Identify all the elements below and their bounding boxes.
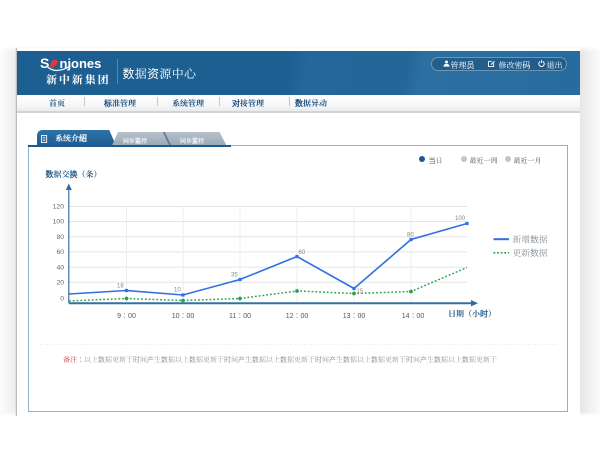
svg-text:新中新集团: 新中新集团 bbox=[46, 74, 111, 87]
svg-text:更新数据: 更新数据 bbox=[513, 247, 548, 258]
svg-text:日期（小时）: 日期（小时） bbox=[448, 309, 496, 319]
svg-text:18: 18 bbox=[117, 284, 124, 290]
svg-text:S: S bbox=[40, 55, 49, 71]
svg-text:12：00: 12：00 bbox=[286, 313, 309, 320]
svg-text:新增数据: 新增数据 bbox=[513, 233, 548, 244]
svg-text:100: 100 bbox=[53, 219, 65, 226]
svg-text:80: 80 bbox=[407, 233, 414, 239]
svg-text:80: 80 bbox=[56, 234, 64, 241]
svg-text:14：00: 14：00 bbox=[402, 313, 425, 320]
svg-text:9：00: 9：00 bbox=[117, 313, 136, 320]
svg-text:0: 0 bbox=[60, 295, 64, 302]
svg-text:13：00: 13：00 bbox=[343, 313, 366, 320]
svg-text:40: 40 bbox=[56, 264, 64, 271]
svg-text:100: 100 bbox=[455, 216, 466, 222]
svg-text:10: 10 bbox=[174, 288, 181, 294]
svg-text:35: 35 bbox=[231, 273, 238, 279]
svg-text:60: 60 bbox=[299, 250, 306, 256]
svg-text:120: 120 bbox=[53, 204, 65, 211]
svg-text:11：00: 11：00 bbox=[229, 313, 251, 320]
svg-text:20: 20 bbox=[56, 280, 64, 287]
svg-text:10：00: 10：00 bbox=[172, 313, 195, 320]
svg-text:njones: njones bbox=[60, 56, 102, 71]
svg-text:15: 15 bbox=[357, 289, 364, 295]
svg-text:60: 60 bbox=[56, 249, 64, 256]
